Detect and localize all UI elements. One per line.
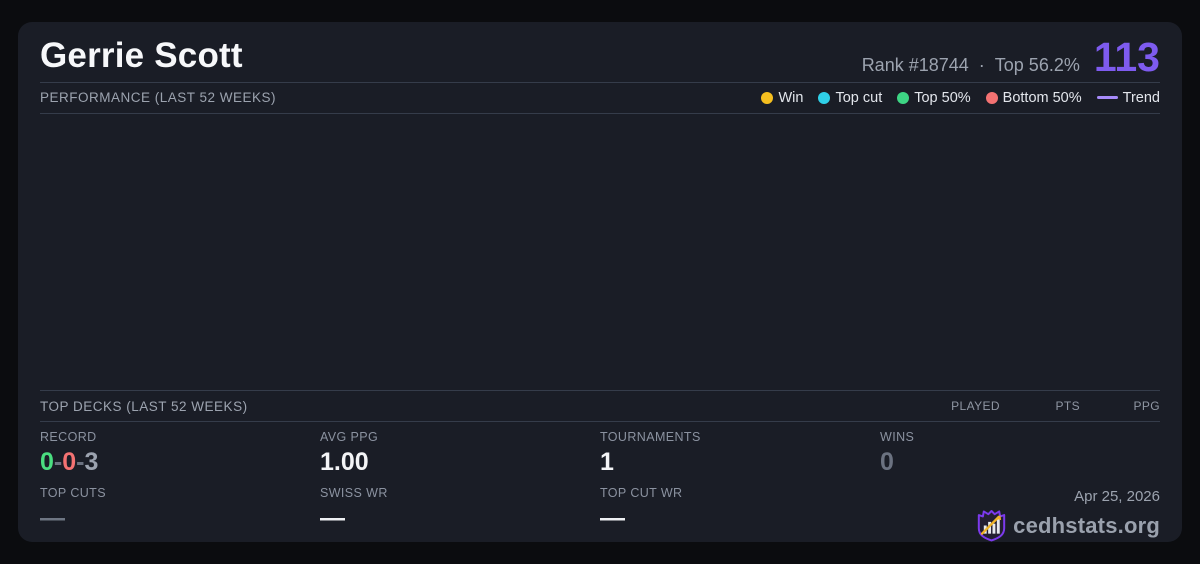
top-decks-header-row: TOP DECKS (LAST 52 WEEKS) PLAYED PTS PPG (40, 391, 1160, 421)
tournaments-value: 1 (600, 448, 614, 477)
site-brand[interactable]: cedhstats.org (977, 509, 1160, 542)
stat-label: WINS (880, 430, 915, 445)
player-score: 113 (1093, 33, 1160, 80)
stat-label: TOP CUTS (40, 486, 106, 501)
column-header-played: PLAYED (951, 399, 1000, 414)
site-name[interactable]: cedhstats.org (1013, 513, 1160, 539)
header-right: Rank #18744 · Top 56.2% 113 (862, 33, 1160, 80)
bottom-50-dot-icon (985, 91, 998, 104)
stat-swiss-wr: SWISS WR — (320, 486, 600, 542)
swiss-wr-value: — (320, 504, 345, 533)
stat-label: SWISS WR (320, 486, 388, 501)
legend-item-win: Win (761, 90, 803, 106)
top-50-dot-icon (897, 91, 910, 104)
win-dot-icon (761, 91, 774, 104)
legend-label: Bottom 50% (1002, 89, 1082, 106)
top-cut-wr-value: — (600, 504, 625, 533)
stat-avg-ppg: AVG PPG 1.00 (320, 430, 600, 486)
record-losses: 0 (62, 448, 77, 477)
legend-item-top-cut: Top cut (818, 90, 882, 106)
card-date: Apr 25, 2026 (1074, 488, 1160, 506)
top-decks-columns: PLAYED PTS PPG (920, 399, 1160, 413)
stat-label: RECORD (40, 430, 97, 445)
card-header: Gerrie Scott Rank #18744 · Top 56.2% 113 (40, 22, 1160, 82)
performance-title: PERFORMANCE (LAST 52 WEEKS) (40, 90, 277, 106)
legend-label: Top cut (835, 89, 883, 106)
stat-label: TOP CUT WR (600, 486, 683, 501)
stat-label: TOURNAMENTS (600, 430, 701, 445)
column-header-ppg: PPG (1133, 399, 1160, 414)
record-separator: - (53, 448, 63, 477)
top-decks-title: TOP DECKS (LAST 52 WEEKS) (40, 398, 248, 414)
stat-top-cut-wr: TOP CUT WR — (600, 486, 880, 542)
record-draws: 3 (84, 448, 99, 477)
top-percent-text: Top 56.2% (994, 54, 1080, 75)
stat-record: RECORD 0-0-3 (40, 430, 320, 486)
performance-chart-area (40, 114, 1160, 391)
stat-wins: WINS 0 (880, 430, 1160, 486)
cedhstats-shield-icon (977, 510, 1006, 542)
legend-item-trend: Trend (1096, 89, 1160, 106)
top-cut-dot-icon (818, 91, 831, 104)
record-value: 0-0-3 (40, 448, 320, 477)
player-stats-card: Gerrie Scott Rank #18744 · Top 56.2% 113… (18, 22, 1182, 542)
legend-label: Top 50% (914, 89, 971, 106)
legend-item-top-50: Top 50% (897, 89, 971, 106)
top-cuts-value: — (40, 504, 65, 533)
legend-item-bottom-50: Bottom 50% (985, 89, 1082, 106)
stat-label: AVG PPG (320, 430, 379, 445)
record-wins: 0 (40, 448, 54, 477)
player-name: Gerrie Scott (40, 36, 243, 76)
rank-separator: · (978, 54, 985, 75)
trend-line-icon (1096, 96, 1118, 100)
stats-grid: RECORD 0-0-3 AVG PPG 1.00 TOURNAMENTS 1 … (40, 422, 1160, 542)
column-header-pts: PTS (1055, 399, 1080, 414)
stat-tournaments: TOURNAMENTS 1 (600, 430, 880, 486)
chart-legend: Win Top cut Top 50% Bottom 50% Trend (761, 90, 1160, 106)
performance-header-row: PERFORMANCE (LAST 52 WEEKS) Win Top cut … (40, 83, 1160, 113)
stat-top-cuts: TOP CUTS — (40, 486, 320, 542)
card-footer: Apr 25, 2026 cedhstats.org (880, 486, 1160, 542)
avg-ppg-value: 1.00 (320, 448, 369, 477)
wins-value: 0 (880, 448, 894, 477)
rank-line: Rank #18744 · Top 56.2% (862, 55, 1080, 76)
legend-label: Win (778, 89, 804, 106)
legend-label: Trend (1122, 89, 1160, 106)
rank-text: Rank #18744 (861, 54, 969, 75)
